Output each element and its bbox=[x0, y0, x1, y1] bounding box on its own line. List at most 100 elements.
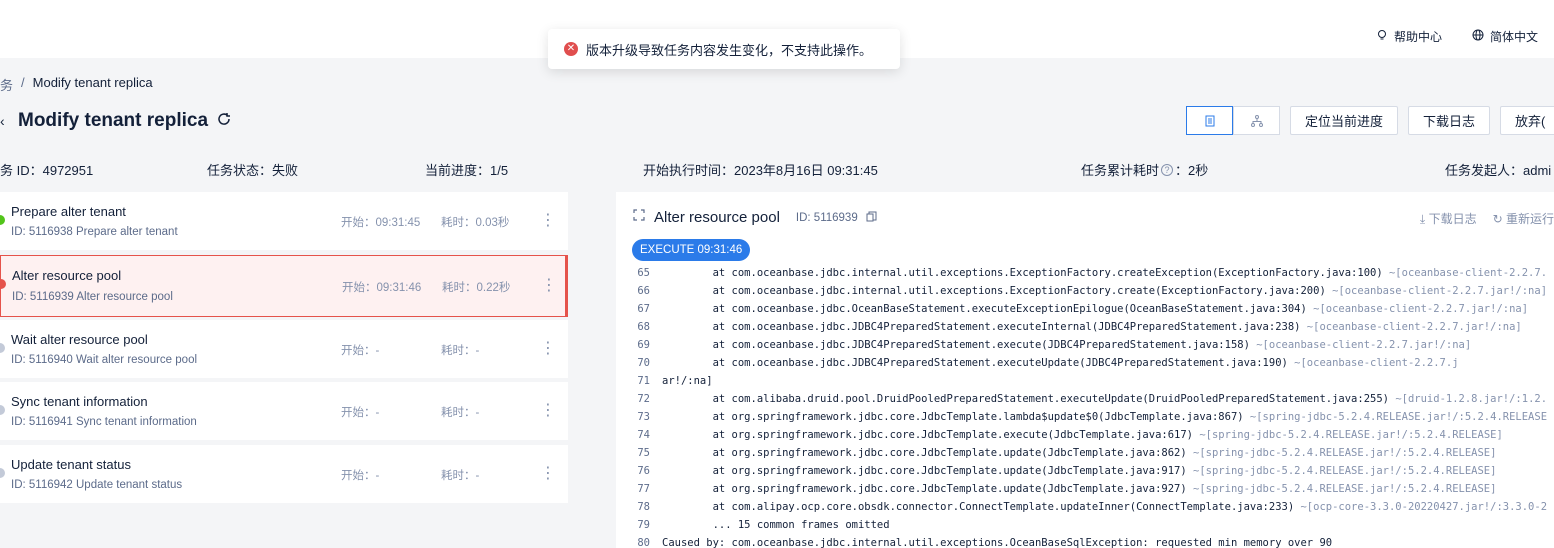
language-switch[interactable]: 简体中文 bbox=[1472, 28, 1538, 45]
lightbulb-icon bbox=[1376, 29, 1388, 44]
more-icon[interactable]: ⋮ bbox=[540, 463, 556, 483]
subtask-start: 开始：- bbox=[341, 407, 380, 419]
subtask-item[interactable]: Alter resource pool ID: 5116939 Alter re… bbox=[0, 255, 568, 317]
status-dot bbox=[0, 343, 5, 353]
status-dot bbox=[0, 468, 5, 478]
help-center-label: 帮助中心 bbox=[1394, 30, 1443, 44]
subtask-start: 开始：09:31:45 bbox=[341, 217, 421, 229]
expand-icon[interactable] bbox=[632, 208, 646, 227]
breadcrumb-parent[interactable]: 务 bbox=[0, 75, 13, 94]
detail-rerun-label: 重新运行 bbox=[1505, 212, 1554, 226]
detail-title: Alter resource pool bbox=[654, 209, 780, 226]
more-icon[interactable]: ⋮ bbox=[541, 275, 557, 295]
subtask-duration: 耗时：- bbox=[441, 345, 480, 357]
log-line: 69 at com.oceanbase.jdbc.JDBC4PreparedSt… bbox=[637, 339, 1472, 351]
log-line: 70 at com.oceanbase.jdbc.JDBC4PreparedSt… bbox=[637, 357, 1459, 369]
back-icon[interactable]: ‹ bbox=[0, 113, 10, 129]
log-line: 72 at com.alibaba.druid.pool.DruidPooled… bbox=[637, 393, 1548, 405]
execute-tag: EXECUTE 09:31:46 bbox=[632, 239, 751, 261]
download-icon: ⤓ bbox=[1419, 212, 1426, 226]
detail-header: Alter resource pool ID: 5116939 bbox=[632, 208, 877, 227]
subtask-start: 开始：- bbox=[341, 470, 380, 482]
subtask-id: ID: 5116942 Update tenant status bbox=[11, 479, 183, 491]
log-line: 74 at org.springframework.jdbc.core.Jdbc… bbox=[637, 429, 1503, 441]
log-line: 68 at com.oceanbase.jdbc.JDBC4PreparedSt… bbox=[637, 321, 1522, 333]
subtask-duration: 耗时：- bbox=[441, 407, 480, 419]
more-icon[interactable]: ⋮ bbox=[540, 338, 556, 358]
title-row: ‹ Modify tenant replica bbox=[0, 110, 232, 132]
subtask-duration: 耗时：0.22秒 bbox=[442, 282, 511, 294]
subtask-name: Update tenant status bbox=[11, 457, 131, 472]
task-elapsed: 任务累计耗时 ? ：2秒 bbox=[1081, 160, 1208, 179]
status-dot bbox=[0, 405, 5, 415]
subtask-duration: 耗时：0.03秒 bbox=[441, 217, 510, 229]
log-line: 65 at com.oceanbase.jdbc.internal.util.e… bbox=[637, 268, 1548, 279]
status-dot bbox=[0, 215, 5, 225]
task-status: 任务状态：失败 bbox=[207, 163, 299, 178]
subtask-id: ID: 5116938 Prepare alter tenant bbox=[11, 226, 178, 238]
globe-icon bbox=[1472, 29, 1484, 44]
breadcrumb: 务 / Modify tenant replica bbox=[0, 75, 153, 94]
tree-view-icon[interactable] bbox=[1233, 106, 1280, 135]
subtask-name: Wait alter resource pool bbox=[11, 332, 148, 347]
language-label: 简体中文 bbox=[1490, 30, 1539, 44]
log-viewer[interactable]: 65 at com.oceanbase.jdbc.internal.util.e… bbox=[616, 268, 1554, 548]
error-toast: ✕ 版本升级导致任务内容发生变化，不支持此操作。 bbox=[548, 29, 900, 69]
subtask-name: Alter resource pool bbox=[12, 268, 122, 283]
view-toggle bbox=[1186, 106, 1280, 135]
detail-download-label: 下载日志 bbox=[1428, 212, 1477, 226]
task-id: 务 ID：4972951 bbox=[0, 163, 94, 178]
subtask-id: ID: 5116941 Sync tenant information bbox=[11, 416, 197, 428]
breadcrumb-current: Modify tenant replica bbox=[32, 75, 153, 90]
refresh-icon[interactable] bbox=[216, 111, 232, 132]
help-center-link[interactable]: 帮助中心 bbox=[1376, 28, 1442, 45]
toast-message: 版本升级导致任务内容发生变化，不支持此操作。 bbox=[586, 42, 873, 58]
subtask-item[interactable]: Sync tenant information ID: 5116941 Sync… bbox=[0, 382, 568, 440]
more-icon[interactable]: ⋮ bbox=[540, 210, 556, 230]
page-title: Modify tenant replica bbox=[18, 110, 209, 131]
detail-id: ID: 5116939 bbox=[795, 211, 858, 224]
elapsed-value: ：2秒 bbox=[1175, 163, 1209, 178]
detail-rerun[interactable]: ↻ 重新运行 bbox=[1493, 210, 1554, 227]
task-start-time: 开始执行时间：2023年8月16日 09:31:45 bbox=[643, 163, 878, 178]
subtask-detail-panel: Alter resource pool ID: 5116939 ⤓ 下载日志 ↻… bbox=[616, 192, 1554, 548]
subtask-start: 开始：09:31:46 bbox=[342, 282, 422, 294]
detail-actions: ⤓ 下载日志 ↻ 重新运行 bbox=[1420, 210, 1554, 227]
subtask-duration: 耗时：- bbox=[441, 470, 480, 482]
log-line: 73 at org.springframework.jdbc.core.Jdbc… bbox=[637, 411, 1548, 423]
download-log-button[interactable]: 下载日志 bbox=[1408, 106, 1491, 135]
task-initiator: 任务发起人：admi bbox=[1445, 163, 1552, 178]
abandon-button[interactable]: 放弃( bbox=[1500, 106, 1554, 135]
log-line: 67 at com.oceanbase.jdbc.OceanBaseStatem… bbox=[637, 303, 1529, 315]
more-icon[interactable]: ⋮ bbox=[540, 400, 556, 420]
breadcrumb-separator: / bbox=[21, 75, 25, 90]
subtask-name: Sync tenant information bbox=[11, 394, 148, 409]
list-view-icon[interactable] bbox=[1186, 106, 1233, 135]
detail-download-log[interactable]: ⤓ 下载日志 bbox=[1420, 210, 1477, 227]
elapsed-label: 任务累计耗时 bbox=[1081, 163, 1160, 178]
log-line: 76 at org.springframework.jdbc.core.Jdbc… bbox=[637, 465, 1497, 477]
copy-icon[interactable] bbox=[866, 209, 877, 227]
subtask-item[interactable]: Prepare alter tenant ID: 5116938 Prepare… bbox=[0, 192, 568, 250]
log-line: 66 at com.oceanbase.jdbc.internal.util.e… bbox=[637, 285, 1548, 297]
subtask-item[interactable]: Update tenant status ID: 5116942 Update … bbox=[0, 445, 568, 503]
task-progress: 当前进度：1/5 bbox=[425, 163, 509, 178]
log-line: 77 at org.springframework.jdbc.core.Jdbc… bbox=[637, 483, 1497, 495]
subtask-name: Prepare alter tenant bbox=[11, 204, 126, 219]
subtask-id: ID: 5116939 Alter resource pool bbox=[12, 291, 173, 303]
locate-progress-button[interactable]: 定位当前进度 bbox=[1290, 106, 1399, 135]
log-line: 79 ... 15 common frames omitted bbox=[637, 519, 890, 531]
log-line: 78 at com.alipay.ocp.core.obsdk.connecto… bbox=[637, 501, 1548, 513]
rerun-icon: ↻ bbox=[1492, 212, 1503, 226]
log-line: 71 ar!/:na] bbox=[637, 375, 713, 387]
subtask-start: 开始：- bbox=[341, 345, 380, 357]
status-dot bbox=[0, 279, 6, 289]
log-line: 80 Caused by: com.oceanbase.jdbc.internal… bbox=[637, 537, 1333, 548]
error-icon: ✕ bbox=[564, 42, 578, 56]
log-line: 75 at org.springframework.jdbc.core.Jdbc… bbox=[637, 447, 1497, 459]
subtask-list: Prepare alter tenant ID: 5116938 Prepare… bbox=[0, 192, 570, 507]
subtask-id: ID: 5116940 Wait alter resource pool bbox=[11, 354, 198, 366]
toolbar: 定位当前进度 下载日志 放弃( bbox=[1186, 106, 1554, 135]
question-icon[interactable]: ? bbox=[1161, 163, 1174, 176]
subtask-item[interactable]: Wait alter resource pool ID: 5116940 Wai… bbox=[0, 320, 568, 378]
